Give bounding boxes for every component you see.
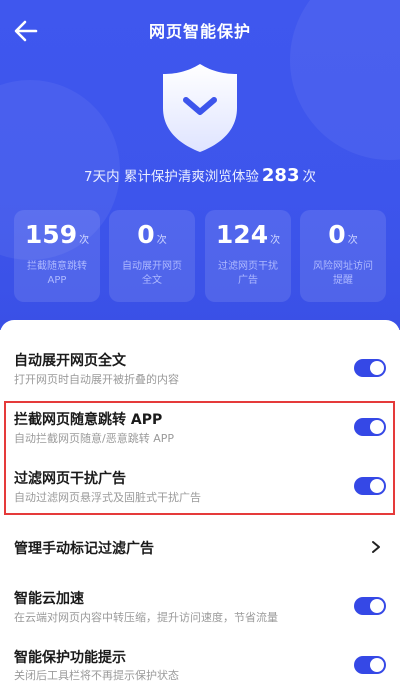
stats-grid: 159 次 拦截随意跳转APP 0次 自动展开网页全文 124 次 过滤网页干扰广告… [14,210,386,302]
stat-value: 159 [24,220,78,249]
summary-prefix: 7天内 累计保护清爽浏览体验 [84,169,259,185]
setting-subtitle: 自动过滤网页悬浮式及固脏式干扰广告 [14,491,201,504]
setting-subtitle: 在云端对网页内容中转压缩，提升访问速度，节省流量 [14,611,278,624]
stat-card-block-jump: 159 次 拦截随意跳转APP [14,210,100,302]
stat-desc: 风险网址访问提醒 [313,261,373,286]
top-bar: 网页智能保护 [0,0,400,62]
setting-cloud-accelerate[interactable]: 智能云加速 在云端对网页内容中转压缩，提升访问速度，节省流量 [0,583,400,633]
stat-value: 0 [137,220,155,249]
toggle-knob [370,479,384,493]
toggle-knob [370,420,384,434]
setting-title: 自动展开网页全文 [14,353,126,369]
chevron-right-icon [372,541,380,553]
block-jump-toggle[interactable] [354,418,386,436]
setting-title: 管理手动标记过滤广告 [14,541,154,557]
auto-expand-toggle[interactable] [354,359,386,377]
stat-unit: 次 [156,235,167,246]
summary-suffix: 次 [302,169,316,185]
stat-card-risk: 0次 风险网址访问提醒 [300,210,386,302]
setting-auto-expand[interactable]: 自动展开网页全文 打开网页时自动展开被折叠的内容 [0,345,400,395]
setting-title: 拦截网页随意跳转 APP [14,412,163,428]
summary-count: 283 [261,165,300,186]
setting-title: 过滤网页干扰广告 [14,471,126,487]
toggle-knob [370,658,384,672]
protection-summary: 7天内 累计保护清爽浏览体验 283 次 [0,165,400,186]
stat-desc: 拦截随意跳转APP [27,261,87,286]
stat-unit: 次 [347,235,358,246]
stat-desc: 过滤网页干扰广告 [218,261,278,286]
filter-ads-toggle[interactable] [354,477,386,495]
page-title: 网页智能保护 [148,22,251,41]
setting-manage-marked-ads[interactable]: 管理手动标记过滤广告 [0,532,400,566]
setting-subtitle: 打开网页时自动展开被折叠的内容 [14,373,179,386]
setting-protection-tips[interactable]: 智能保护功能提示 关闭后工具栏将不再提示保护状态 [0,642,400,682]
protection-tips-toggle[interactable] [354,656,386,674]
setting-filter-ads[interactable]: 过滤网页干扰广告 自动过滤网页悬浮式及固脏式干扰广告 [0,463,400,513]
stat-unit: 次 [270,235,281,246]
setting-title: 智能保护功能提示 [14,650,126,666]
setting-title: 智能云加速 [14,591,84,607]
stat-card-expand: 0次 自动展开网页全文 [109,210,195,302]
stat-value: 0 [328,220,346,249]
toggle-knob [370,599,384,613]
stat-card-ads: 124 次 过滤网页干扰广告 [205,210,291,302]
stat-unit: 次 [79,235,90,246]
toggle-knob [370,361,384,375]
setting-subtitle: 关闭后工具栏将不再提示保护状态 [14,669,179,682]
stat-desc: 自动展开网页全文 [122,261,182,286]
setting-subtitle: 自动拦截网页随意/恶意跳转 APP [14,432,174,445]
hero-banner: 网页智能保护 7天内 累计保护清爽浏览体验 283 次 159 次 拦截随意跳转APP… [0,0,400,330]
shield-check-icon [163,64,237,152]
stat-value: 124 [215,220,269,249]
setting-block-jump[interactable]: 拦截网页随意跳转 APP 自动拦截网页随意/恶意跳转 APP [0,404,400,454]
cloud-accelerate-toggle[interactable] [354,597,386,615]
